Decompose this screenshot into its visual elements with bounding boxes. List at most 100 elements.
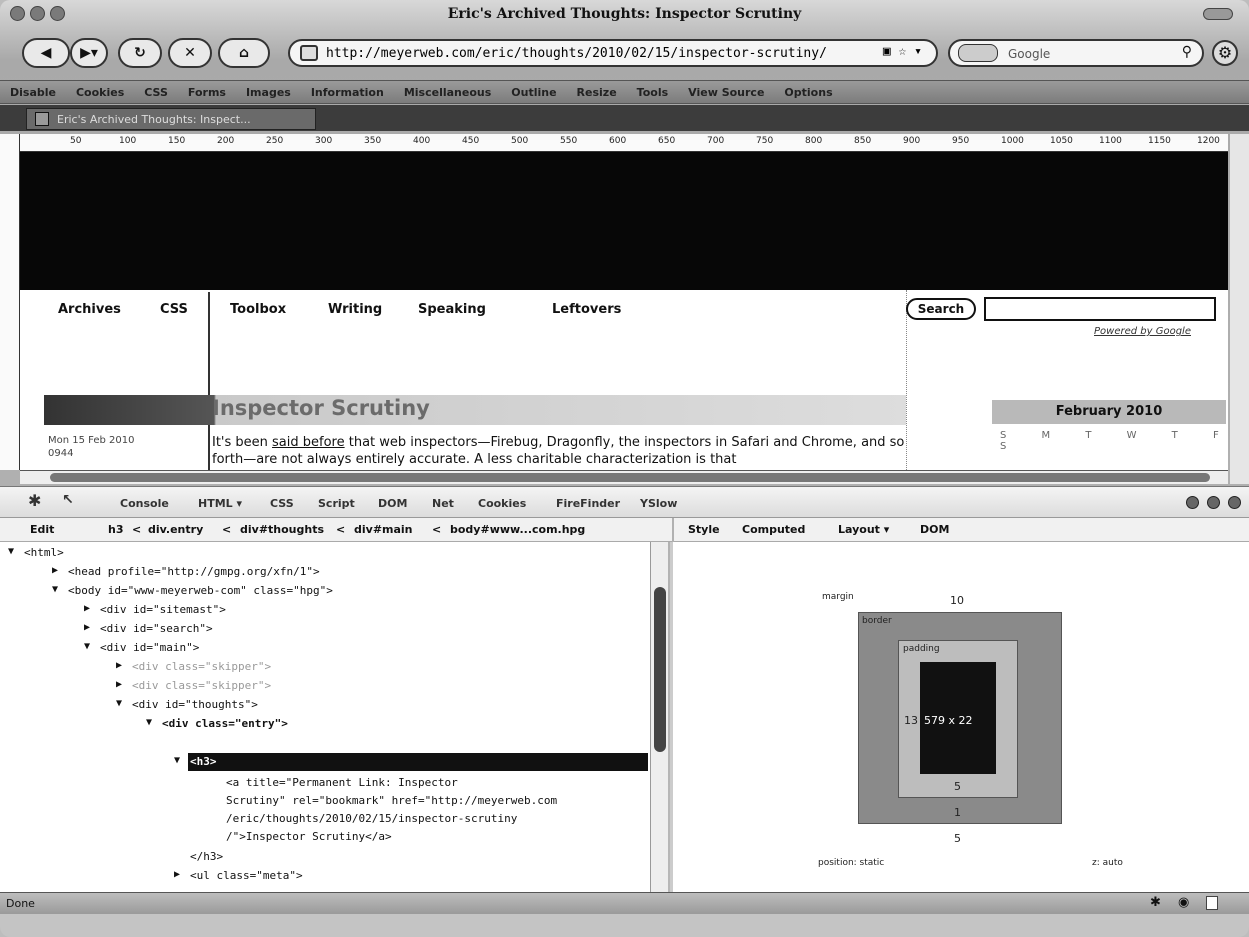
tree-node-sitemast[interactable]: <div id="sitemast"> <box>100 603 226 616</box>
wd-item-tools[interactable]: Tools <box>637 86 668 99</box>
edit-button[interactable]: Edit <box>30 523 54 536</box>
expanded-triangle-icon[interactable]: ▼ <box>8 546 14 557</box>
nav-writing[interactable]: Writing <box>328 302 382 317</box>
wd-item-css[interactable]: CSS <box>144 86 168 99</box>
nav-css[interactable]: CSS <box>160 302 188 317</box>
collapsed-triangle-icon[interactable]: ▶ <box>116 660 122 671</box>
tab-computed[interactable]: Computed <box>742 523 805 536</box>
tree-node-entry[interactable]: <div class="entry"> <box>162 717 288 730</box>
stop-button[interactable]: ✕ <box>168 38 212 68</box>
firebug-status-icon[interactable]: ✱ <box>1150 895 1161 910</box>
tab-inspector-scrutiny[interactable]: Eric's Archived Thoughts: Inspect... <box>26 108 316 130</box>
tree-node-main[interactable]: <div id="main"> <box>100 641 199 654</box>
tab-dom[interactable]: DOM <box>378 497 407 510</box>
wd-item-information[interactable]: Information <box>311 86 384 99</box>
padding-left-value[interactable]: 13 <box>904 714 918 727</box>
tab-yslow[interactable]: YSlow <box>640 497 677 510</box>
collapsed-triangle-icon[interactable]: ▶ <box>116 679 122 690</box>
tree-node-html[interactable]: <html> <box>24 546 64 559</box>
site-search-input[interactable] <box>984 297 1216 321</box>
margin-bottom-value[interactable]: 5 <box>954 832 961 845</box>
wd-item-images[interactable]: Images <box>246 86 291 99</box>
tab-dom-panel[interactable]: DOM <box>920 523 949 536</box>
page-status-icon[interactable] <box>1206 896 1218 910</box>
tab-console[interactable]: Console <box>120 497 169 510</box>
nav-archives[interactable]: Archives <box>58 302 121 317</box>
home-button[interactable]: ⌂ <box>218 38 270 68</box>
wd-item-disable[interactable]: Disable <box>10 86 56 99</box>
breadcrumb-body[interactable]: body#www...com.hpg <box>450 523 585 536</box>
inspect-element-icon[interactable]: ↖ <box>62 492 74 508</box>
gear-icon[interactable]: ⚙ <box>1212 40 1238 66</box>
tree-node-search[interactable]: <div id="search"> <box>100 622 213 635</box>
site-search-button[interactable]: Search <box>906 298 976 320</box>
wd-item-cookies[interactable]: Cookies <box>76 86 124 99</box>
breadcrumb-div-main[interactable]: div#main <box>354 523 413 536</box>
entry-heading[interactable]: Inspector Scrutiny <box>212 396 430 420</box>
tab-cookies[interactable]: Cookies <box>478 497 526 510</box>
expanded-triangle-icon[interactable]: ▼ <box>174 755 180 766</box>
tab-script[interactable]: Script <box>318 497 355 510</box>
breadcrumb-div-entry[interactable]: div.entry <box>148 523 203 536</box>
search-engine-icon[interactable] <box>958 44 998 62</box>
forward-button[interactable]: ▶▾ <box>70 38 108 68</box>
toolbar-toggle-icon[interactable] <box>1203 8 1233 20</box>
wd-item-miscellaneous[interactable]: Miscellaneous <box>404 86 491 99</box>
url-dropdown-icon[interactable]: ▾ <box>914 44 922 59</box>
vertical-scrollbar[interactable] <box>1230 134 1249 484</box>
tab-style[interactable]: Style <box>688 523 720 536</box>
firebug-detach-icon[interactable] <box>1207 496 1221 509</box>
horizontal-scrollbar[interactable] <box>20 470 1228 484</box>
tree-node-body[interactable]: <body id="www-meyerweb-com" class="hpg"> <box>68 584 333 597</box>
tab-css[interactable]: CSS <box>270 497 294 510</box>
powered-by-google-link[interactable]: Powered by Google <box>1094 326 1191 337</box>
wd-item-options[interactable]: Options <box>784 86 832 99</box>
wd-item-view-source[interactable]: View Source <box>688 86 764 99</box>
expanded-triangle-icon[interactable]: ▼ <box>116 698 122 709</box>
back-button[interactable]: ◀ <box>22 38 70 68</box>
rss-icon[interactable]: ▣ <box>883 44 891 59</box>
wd-item-forms[interactable]: Forms <box>188 86 226 99</box>
content-size-value[interactable]: 579 x 22 <box>924 714 973 727</box>
tab-layout[interactable]: Layout ▾ <box>838 523 889 536</box>
tree-node-skipper[interactable]: <div class="skipper"> <box>132 660 271 673</box>
collapsed-triangle-icon[interactable]: ▶ <box>84 622 90 633</box>
tree-node-thoughts[interactable]: <div id="thoughts"> <box>132 698 258 711</box>
tree-node-head[interactable]: <head profile="http://gmpg.org/xfn/1"> <box>68 565 320 578</box>
url-bar[interactable]: http://meyerweb.com/eric/thoughts/2010/0… <box>288 39 938 67</box>
search-icon[interactable]: ⚲ <box>1182 44 1192 60</box>
nav-leftovers[interactable]: Leftovers <box>552 302 621 317</box>
expanded-triangle-icon[interactable]: ▼ <box>84 641 90 652</box>
yslow-status-icon[interactable]: ◉ <box>1178 895 1189 910</box>
tree-node-h3-selected[interactable]: <h3> <box>190 755 217 768</box>
breadcrumb-h3[interactable]: h3 <box>108 523 124 536</box>
margin-top-value[interactable]: 10 <box>950 594 964 607</box>
breadcrumb-div-thoughts[interactable]: div#thoughts <box>240 523 324 536</box>
firebug-bug-icon[interactable]: ✱ <box>28 491 41 510</box>
wd-item-outline[interactable]: Outline <box>511 86 556 99</box>
wd-item-resize[interactable]: Resize <box>577 86 617 99</box>
html-pane-scrollbar[interactable] <box>650 542 668 892</box>
padding-bottom-value[interactable]: 5 <box>954 780 961 793</box>
tree-node-h3-close[interactable]: </h3> <box>190 850 223 863</box>
tab-firefinder[interactable]: FireFinder <box>556 497 620 510</box>
tree-node-ul-meta[interactable]: <ul class="meta"> <box>190 869 303 882</box>
expanded-triangle-icon[interactable]: ▼ <box>52 584 58 595</box>
collapsed-triangle-icon[interactable]: ▶ <box>174 869 180 880</box>
search-input[interactable]: Google ⚲ <box>948 39 1204 67</box>
firebug-close-icon[interactable] <box>1228 496 1241 509</box>
collapsed-triangle-icon[interactable]: ▶ <box>84 603 90 614</box>
nav-speaking[interactable]: Speaking <box>418 302 486 317</box>
tab-html[interactable]: HTML ▾ <box>198 497 242 510</box>
tree-node-anchor-line1[interactable]: <a title="Permanent Link: Inspector <box>226 776 458 789</box>
horizontal-scroll-thumb[interactable] <box>50 473 1210 482</box>
bookmark-star-icon[interactable]: ☆ <box>899 44 907 59</box>
collapsed-triangle-icon[interactable]: ▶ <box>52 565 58 576</box>
nav-toolbox[interactable]: Toolbox <box>230 302 286 317</box>
tab-net[interactable]: Net <box>432 497 454 510</box>
border-bottom-value[interactable]: 1 <box>954 806 961 819</box>
expanded-triangle-icon[interactable]: ▼ <box>146 717 152 728</box>
firebug-minimize-icon[interactable] <box>1186 496 1200 509</box>
tree-node-skipper[interactable]: <div class="skipper"> <box>132 679 271 692</box>
reload-button[interactable]: ↻ <box>118 38 162 68</box>
